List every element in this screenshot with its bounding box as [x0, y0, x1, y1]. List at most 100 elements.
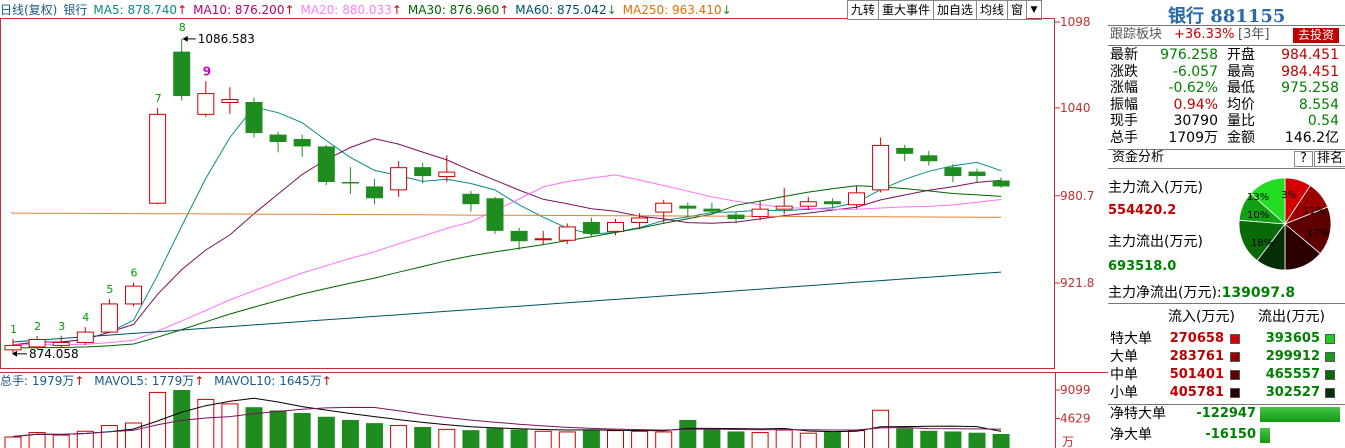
volume-bar [221, 403, 239, 448]
candle-body [727, 214, 745, 220]
candle[interactable] [896, 144, 914, 162]
sequence-label: 5 [106, 283, 113, 296]
flow-type-label: 中单 [1110, 367, 1138, 383]
volume-bar [293, 412, 311, 448]
mavol5-label: MAVOL5: 1779万↑ [94, 374, 205, 388]
jiuzhuan-button[interactable]: 九转 [846, 0, 879, 20]
candle[interactable] [341, 167, 359, 194]
candle[interactable] [76, 327, 94, 345]
flow-type-label: 特大单 [1110, 331, 1152, 347]
candle-body [149, 113, 167, 204]
net-outflow-row: 主力净流出(万元):139097.8 [1108, 285, 1341, 301]
candle[interactable] [920, 150, 938, 166]
candle[interactable] [100, 298, 118, 334]
sequence-label: 3 [58, 320, 65, 333]
ma-items: MA5: 878.740↑ MA10: 876.200↑ MA20: 880.033… [93, 3, 737, 17]
candle-body [486, 198, 504, 231]
candle[interactable] [510, 227, 528, 251]
quote-label: 量比 [1227, 113, 1255, 129]
help-button[interactable]: ? [1294, 151, 1313, 167]
candle[interactable] [968, 168, 986, 182]
candle[interactable] [149, 107, 167, 205]
indicator-label[interactable]: 日线(复权) [0, 3, 57, 17]
candle-body [992, 180, 1010, 187]
volume-bar [775, 429, 793, 448]
ma-legend: 日线(复权) 银行 MA5: 878.740↑ MA10: 876.200↑ MA20:… [0, 2, 744, 18]
net-flow-value: -16150 [1205, 427, 1256, 442]
volume-bar [944, 431, 962, 448]
volume-bar [799, 432, 817, 448]
candle[interactable] [486, 196, 504, 234]
candle-body [751, 208, 769, 218]
quote-label: 涨幅 [1110, 80, 1138, 96]
flow-in-value: 501401 [1169, 367, 1224, 382]
candle-body [390, 167, 408, 191]
vol-axis-label: 4629 [1060, 411, 1091, 425]
sequence-label: 6 [131, 267, 138, 280]
candle[interactable] [992, 177, 1010, 188]
candle[interactable] [823, 198, 841, 209]
quote-value: 146.2亿 [1284, 129, 1339, 146]
info-panel: 银行 881155 跟踪板块 +36.33% [3年] 去投资 最新 976.25… [1108, 0, 1345, 448]
candle-body [920, 155, 938, 162]
candle[interactable] [872, 137, 890, 193]
flow-in-value: 283761 [1169, 349, 1224, 364]
window-button[interactable]: 窗 [1006, 0, 1027, 20]
add-watchlist-button[interactable]: 加自选 [932, 0, 977, 20]
kline-chart[interactable]: 1098 1040 980.7 921.8 9099 4629 万 1 2 3 4 5 6 7 8 9 1086… [0, 0, 1108, 448]
candle[interactable] [534, 230, 552, 245]
dropdown-arrow-icon[interactable]: ▼ [1026, 0, 1042, 20]
candle[interactable] [390, 161, 408, 197]
candle[interactable] [125, 282, 142, 307]
net-flow-row: 净大单 -16150 [1108, 427, 1341, 443]
moving-average-button[interactable]: 均线 [975, 0, 1008, 20]
candle[interactable] [438, 155, 456, 182]
candle-body [679, 205, 697, 209]
flow-type-label: 大单 [1110, 349, 1138, 365]
candle-body [534, 238, 552, 241]
fund-pie-chart: 13% 3% 11% 17% 18% 10% [1238, 177, 1332, 271]
candle[interactable] [366, 179, 383, 205]
major-events-button[interactable]: 重大事件 [877, 0, 934, 20]
ma-item-1: MA10: 876.200↑ [193, 3, 295, 17]
volume-bar [727, 431, 745, 448]
total-volume-label: 总手: 1979万↑ [0, 374, 85, 388]
track-period: [3年] [1238, 27, 1270, 42]
ma-item-0: MA5: 878.740↑ [93, 3, 188, 17]
candle[interactable] [317, 144, 335, 185]
candle[interactable] [173, 38, 191, 101]
candle[interactable] [269, 131, 287, 153]
quote-label: 开盘 [1227, 47, 1255, 63]
flow-in-swatch-icon [1230, 334, 1240, 344]
net-flow-label: 净大单 [1110, 427, 1152, 443]
quote-label: 最高 [1227, 63, 1255, 80]
candle[interactable] [462, 190, 480, 212]
candle[interactable] [245, 97, 263, 138]
invest-button[interactable]: 去投资 [1292, 28, 1339, 43]
quote-value: 984.451 [1281, 63, 1339, 80]
sequence-label: 1 [10, 323, 17, 336]
quote-label: 振幅 [1110, 96, 1138, 113]
vol-axis-unit: 万 [1062, 435, 1074, 448]
volume-legend: 总手: 1979万↑ MAVOL5: 1779万↑ MAVOL10: 1645万… [0, 374, 338, 388]
net-flow-row: 净特大单 -122947 [1108, 406, 1341, 422]
candle[interactable] [293, 134, 311, 157]
sequence-label: 4 [82, 311, 89, 324]
volume-bar [848, 430, 865, 448]
volume-bar [896, 428, 914, 448]
rank-button[interactable]: 排名 [1314, 151, 1345, 167]
mavol10-label: MAVOL10: 1645万↑ [214, 374, 332, 388]
flow-out-swatch-icon [1325, 370, 1335, 380]
candle-body [872, 144, 890, 191]
candle[interactable] [221, 87, 239, 114]
low-price-label: 874.058 [29, 347, 79, 361]
quote-label: 涨跌 [1110, 63, 1138, 80]
flow-out-value: 393605 [1265, 331, 1320, 346]
pie-label: 3% [1281, 190, 1297, 201]
candle-body [775, 205, 793, 210]
volume-bar [173, 390, 191, 448]
quote-value: 984.451 [1281, 47, 1339, 63]
volume-bar [751, 432, 769, 448]
candle[interactable] [197, 81, 215, 117]
net-flow-label: 净特大单 [1110, 406, 1166, 422]
